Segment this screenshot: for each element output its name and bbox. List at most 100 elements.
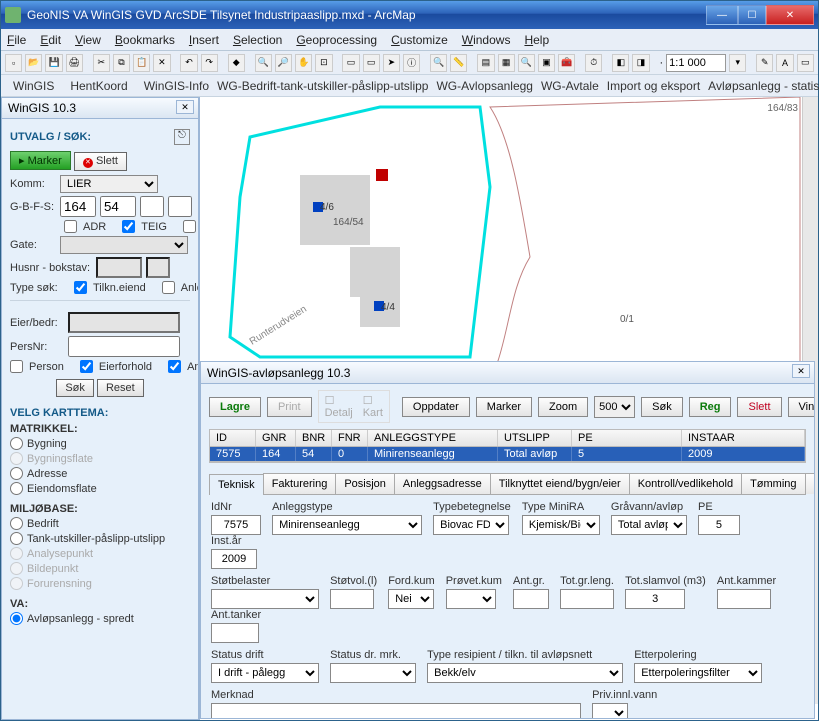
minimize-button[interactable]: — (706, 5, 738, 25)
anttanker-input[interactable] (211, 623, 259, 643)
bokstav-input[interactable] (146, 257, 170, 278)
cut-icon[interactable]: ✂ (93, 54, 110, 72)
gnr-input[interactable] (60, 196, 96, 217)
tab-posisjon[interactable]: Posisjon (335, 473, 395, 494)
instar-input[interactable] (211, 549, 257, 569)
misc1-icon[interactable]: ◧ (612, 54, 629, 72)
persnr-input[interactable] (68, 336, 180, 357)
clear-sel-icon[interactable]: ▭ (363, 54, 380, 72)
sok-button[interactable]: Søk (56, 379, 94, 397)
menu-geoprocessing[interactable]: Geoprocessing (296, 33, 377, 47)
tab-hendelse[interactable]: Hendelse/noti (805, 473, 814, 494)
python-icon[interactable]: ▣ (538, 54, 555, 72)
grid-row-selected[interactable]: 7575 164 54 0 Minirenseanlegg Total avlø… (209, 447, 806, 462)
slett-button[interactable]: ✕ Slett (74, 152, 127, 171)
select-arrow-icon[interactable]: ➤ (383, 54, 400, 72)
tb-importeksport[interactable]: Import og eksport (607, 79, 700, 93)
provetkum-select[interactable] (446, 589, 496, 609)
redo-icon[interactable]: ↷ (201, 54, 218, 72)
close-button[interactable]: ✕ (766, 5, 814, 25)
eiendomsflate-radio[interactable] (10, 482, 23, 495)
utvalg-tool-icon[interactable]: ⎋ (174, 129, 190, 145)
maximize-button[interactable]: ☐ (738, 5, 766, 25)
hdr-id[interactable]: ID (210, 430, 256, 446)
tb-wingisinfo[interactable]: WinGIS-Info (144, 79, 209, 93)
scale-input[interactable] (666, 54, 726, 72)
fnr-input[interactable] (140, 196, 164, 217)
full-extent-icon[interactable]: ⊡ (315, 54, 332, 72)
toc-icon[interactable]: ▤ (477, 54, 494, 72)
person-check[interactable] (10, 360, 23, 373)
marker2-button[interactable]: Marker (476, 397, 532, 417)
drawing-icon[interactable]: ▭ (797, 54, 814, 72)
eierforhold-check[interactable] (80, 360, 93, 373)
marker-button[interactable]: ▸ Marker (10, 151, 71, 170)
bygning-radio[interactable] (10, 437, 23, 450)
typemini-select[interactable]: Kjemisk/Bio (522, 515, 600, 535)
matr-check[interactable] (183, 220, 196, 233)
reg-button[interactable]: Reg (689, 397, 732, 417)
delete-icon[interactable]: ✕ (153, 54, 170, 72)
adresse-radio[interactable] (10, 467, 23, 480)
antkammer-input[interactable] (717, 589, 771, 609)
stotbel-select[interactable] (211, 589, 319, 609)
identify-icon[interactable]: ⓘ (403, 54, 420, 72)
zoom-in-icon[interactable]: 🔍 (255, 54, 272, 72)
select-icon[interactable]: ▭ (342, 54, 359, 72)
tank-radio[interactable] (10, 532, 23, 545)
tab-tomming[interactable]: Tømming (741, 473, 805, 494)
gate-select[interactable] (60, 236, 188, 254)
reset-button[interactable]: Reset (97, 379, 144, 397)
statusdrmrk-select[interactable] (330, 663, 416, 683)
tb-wingis[interactable]: WinGIS (13, 79, 54, 93)
anlegg2-check[interactable] (168, 360, 181, 373)
husnr-input[interactable] (96, 257, 142, 278)
snr-input[interactable] (168, 196, 192, 217)
typeresip-select[interactable]: Bekk/elv (427, 663, 623, 683)
hdr-utslipp[interactable]: UTSLIPP (498, 430, 572, 446)
tab-anleggsadresse[interactable]: Anleggsadresse (394, 473, 491, 494)
editor-toolbar-icon[interactable]: ✎ (756, 54, 773, 72)
stotvol-input[interactable] (330, 589, 374, 609)
zoom-scale-select[interactable]: 500 (594, 396, 635, 418)
antgr-input[interactable] (513, 589, 549, 609)
undo-icon[interactable]: ↶ (180, 54, 197, 72)
menu-edit[interactable]: Edit (40, 33, 61, 47)
pe-input[interactable] (698, 515, 740, 535)
merknad-input[interactable] (211, 703, 581, 718)
toolbox-icon[interactable]: 🧰 (558, 54, 575, 72)
oppdater-button[interactable]: Oppdater (402, 397, 470, 417)
menu-help[interactable]: Help (524, 33, 549, 47)
measure-icon[interactable]: 📏 (450, 54, 467, 72)
tb-hentkoord[interactable]: HentKoord (70, 79, 127, 93)
find-icon[interactable]: 🔍 (430, 54, 447, 72)
labeling-icon[interactable]: A (776, 54, 793, 72)
menu-insert[interactable]: Insert (189, 33, 219, 47)
bnr-input[interactable] (100, 196, 136, 217)
zoom-out-icon[interactable]: 🔎 (275, 54, 292, 72)
privinnl-select[interactable] (592, 703, 628, 718)
pan-icon[interactable]: ✋ (295, 54, 312, 72)
vindu-button[interactable]: Vindu (788, 397, 815, 417)
add-data-icon[interactable]: ◆ (228, 54, 245, 72)
totslamvol-input[interactable] (625, 589, 685, 609)
menu-windows[interactable]: Windows (462, 33, 511, 47)
anleggstype-select[interactable]: Minirenseanlegg (272, 515, 422, 535)
anlegg-check[interactable] (162, 281, 175, 294)
search-window-icon[interactable]: 🔍 (518, 54, 535, 72)
hdr-gnr[interactable]: GNR (256, 430, 296, 446)
avlops-radio[interactable] (10, 612, 23, 625)
misc2-icon[interactable]: ◨ (632, 54, 649, 72)
hdr-fnr[interactable]: FNR (332, 430, 368, 446)
tb-wgbedrift[interactable]: WG-Bedrift-tank-utskiller-påslipp-utslip… (217, 79, 428, 93)
hdr-instaar[interactable]: INSTAAR (682, 430, 805, 446)
scale-dropdown-icon[interactable]: ▾ (729, 54, 746, 72)
menu-customize[interactable]: Customize (391, 33, 448, 47)
typebet-select[interactable]: Biovac FD 5 N (433, 515, 509, 535)
lagre-button[interactable]: Lagre (209, 397, 261, 417)
print-icon[interactable]: 🖨 (66, 54, 83, 72)
eier-input[interactable] (68, 312, 180, 333)
sidepanel-close-icon[interactable]: ✕ (176, 100, 194, 114)
copy-icon[interactable]: ⧉ (113, 54, 130, 72)
open-icon[interactable]: 📂 (25, 54, 42, 72)
